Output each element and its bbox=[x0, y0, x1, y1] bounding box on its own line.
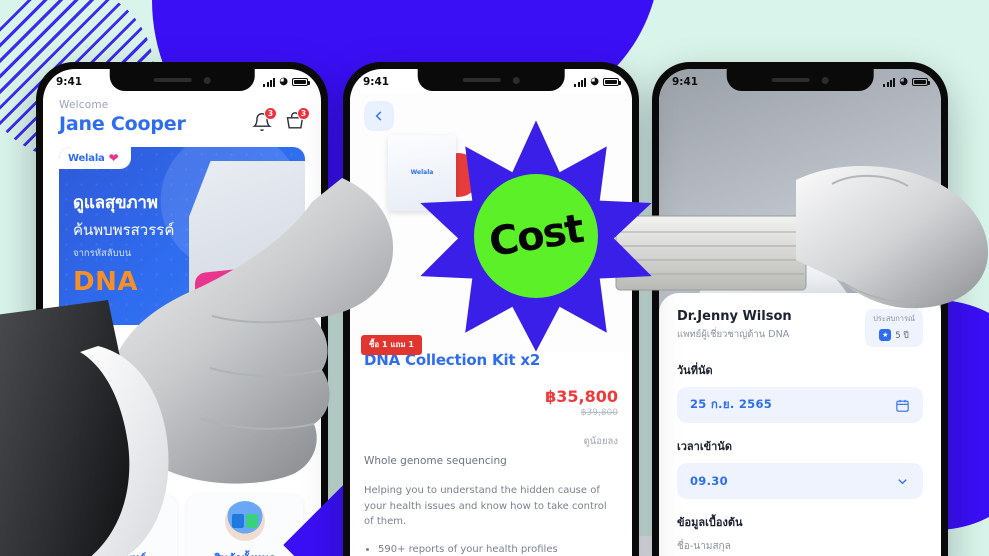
product-subtitle: Whole genome sequencing bbox=[364, 455, 507, 467]
wifi-icon: ◕ bbox=[279, 76, 288, 87]
front-camera bbox=[512, 76, 520, 84]
tile-doctor[interactable]: รักษาแพทย์ bbox=[61, 495, 177, 556]
experience-value-row: ★ 5 ปี bbox=[873, 328, 915, 342]
heart-icon: ❤ bbox=[108, 151, 119, 165]
front-camera bbox=[821, 76, 829, 84]
product-feature-list: 590+ reports of your health profiles 270… bbox=[364, 542, 618, 556]
time-field[interactable]: 09.30 bbox=[677, 463, 923, 499]
notch-middle bbox=[417, 69, 565, 91]
product-price-block: ฿35,800 ฿39,800 bbox=[364, 387, 618, 418]
brand-logo-text: Welala bbox=[68, 152, 105, 164]
battery-icon bbox=[292, 78, 310, 86]
speaker-grill bbox=[153, 78, 192, 82]
doctor-name: Dr.Jenny Wilson bbox=[677, 309, 792, 324]
doctor-icon bbox=[99, 501, 139, 541]
show-less-link[interactable]: ดูน้อยลง bbox=[364, 434, 618, 449]
experience-badge: ประสบการณ์ ★ 5 ปี bbox=[865, 309, 923, 347]
chevron-left-icon bbox=[375, 111, 382, 121]
banner-line-1: ดูแลสุขภาพ bbox=[73, 193, 158, 213]
cart-badge: 3 bbox=[297, 107, 310, 120]
speaker-grill bbox=[462, 78, 501, 82]
notification-button[interactable]: 3 bbox=[252, 107, 277, 132]
calendar-icon[interactable] bbox=[895, 398, 910, 413]
products-icon bbox=[225, 501, 265, 541]
signal-bars-icon bbox=[263, 77, 276, 87]
quick-action-tiles: รักษาแพทย์ สินค้าทั้งหมด bbox=[59, 495, 305, 556]
banner-line-3: จากรหัสลับบน bbox=[73, 248, 132, 259]
phone-mockup-booking: 9:41 ◕ Dr.Jenny Wilson แพทย์ผู้เชี่ยวชาญ… bbox=[652, 62, 948, 556]
price-current: ฿35,800 bbox=[545, 387, 618, 406]
back-button[interactable] bbox=[364, 101, 394, 131]
cost-label: Cost bbox=[486, 205, 586, 267]
header-actions: 3 3 bbox=[252, 107, 310, 135]
status-indicators: ◕ bbox=[263, 76, 310, 87]
chevron-down-icon[interactable] bbox=[895, 474, 910, 489]
user-name: Jane Cooper bbox=[59, 113, 186, 135]
doctor-header: Dr.Jenny Wilson แพทย์ผู้เชี่ยวชาญด้าน DN… bbox=[677, 309, 923, 347]
tile-products-label: สินค้าทั้งหมด bbox=[214, 549, 276, 556]
banner-line-4: DNA bbox=[73, 267, 138, 297]
doctor-info: Dr.Jenny Wilson แพทย์ผู้เชี่ยวชาญด้าน DN… bbox=[677, 309, 792, 342]
time-value: 09.30 bbox=[690, 474, 728, 488]
date-field[interactable]: 25 ก.ย. 2565 bbox=[677, 387, 923, 423]
date-label: วันที่นัด bbox=[677, 364, 713, 377]
front-camera bbox=[203, 76, 211, 84]
experience-label: ประสบการณ์ bbox=[873, 314, 915, 323]
wifi-icon: ◕ bbox=[590, 76, 599, 87]
speaker-grill bbox=[771, 78, 810, 82]
promo-banner[interactable]: Welala ❤ ดูแลสุขภาพ ค้นพบพรสวรรค์ จากรหั… bbox=[59, 147, 305, 325]
tile-doctor-label: รักษาแพทย์ bbox=[92, 549, 146, 556]
notch-right bbox=[726, 69, 874, 91]
product-details: DNA Collection Kit x2 ฿35,800 ฿39,800 ดู… bbox=[350, 351, 632, 556]
experience-value: 5 ปี bbox=[895, 331, 909, 341]
cost-circle: Cost bbox=[474, 174, 598, 298]
time-label: เวลาเข้านัด bbox=[677, 440, 732, 453]
status-time: 9:41 bbox=[672, 76, 699, 88]
banner-photo bbox=[189, 161, 305, 325]
status-indicators: ◕ bbox=[883, 76, 930, 87]
phone-left-screen: 9:41 ◕ Welcome Jane Cooper 3 3 Welala ❤ … bbox=[43, 69, 321, 556]
banner-line-2: ค้นพบพรสวรรค์ bbox=[73, 221, 175, 239]
list-item: 590+ reports of your health profiles bbox=[378, 542, 618, 556]
battery-icon bbox=[912, 78, 930, 86]
date-value: 25 ก.ย. 2565 bbox=[690, 397, 773, 411]
collage-canvas: 9:41 ◕ Welcome Jane Cooper 3 3 Welala ❤ … bbox=[0, 0, 989, 556]
phone-mockup-home: 9:41 ◕ Welcome Jane Cooper 3 3 Welala ❤ … bbox=[36, 62, 328, 556]
signal-bars-icon bbox=[883, 77, 896, 87]
notch-left bbox=[109, 69, 255, 91]
home-body: Welcome Jane Cooper 3 3 Welala ❤ ดูแลสุข… bbox=[43, 69, 321, 556]
battery-icon bbox=[603, 78, 621, 86]
booking-card: Dr.Jenny Wilson แพทย์ผู้เชี่ยวชาญด้าน DN… bbox=[659, 293, 941, 556]
product-description: Helping you to understand the hidden cau… bbox=[364, 485, 607, 527]
signal-bars-icon bbox=[574, 77, 587, 87]
promo-tag: ซื้อ 1 แถม 1 bbox=[361, 335, 422, 355]
price-original: ฿39,800 bbox=[580, 408, 618, 418]
status-indicators: ◕ bbox=[574, 76, 621, 87]
cost-sticker: Cost bbox=[418, 118, 654, 354]
doctor-specialty: แพทย์ผู้เชี่ยวชาญด้าน DNA bbox=[677, 329, 790, 340]
notification-badge: 3 bbox=[264, 107, 277, 120]
brand-logo: Welala ❤ bbox=[59, 147, 131, 169]
home-header-row: Jane Cooper 3 3 bbox=[59, 107, 310, 135]
status-time: 9:41 bbox=[56, 76, 83, 88]
award-icon: ★ bbox=[879, 329, 892, 341]
status-time: 9:41 bbox=[363, 76, 390, 88]
section-label: ข้อมูลเบื้องต้น bbox=[677, 516, 743, 529]
name-label: ชื่อ-นามสกุล bbox=[677, 541, 731, 552]
banner-text: ดูแลสุขภาพ ค้นพบพรสวรรค์ จากรหัสลับบน DN… bbox=[73, 189, 174, 297]
wifi-icon: ◕ bbox=[899, 76, 908, 87]
phone-right-screen: 9:41 ◕ Dr.Jenny Wilson แพทย์ผู้เชี่ยวชาญ… bbox=[659, 69, 941, 556]
cart-button[interactable]: 3 bbox=[285, 107, 310, 132]
